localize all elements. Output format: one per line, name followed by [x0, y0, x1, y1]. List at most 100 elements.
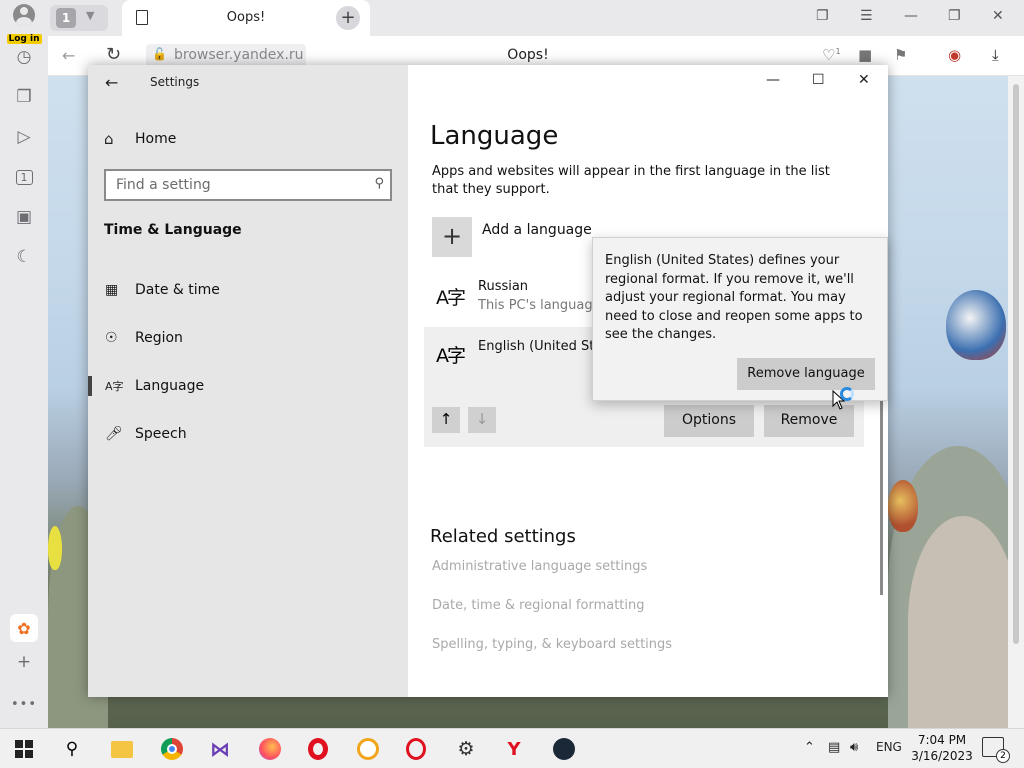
language-name: English (United Sta: [478, 339, 603, 354]
chevron-up-icon[interactable]: ⌃: [804, 740, 815, 755]
minimize-icon[interactable]: —: [904, 8, 918, 24]
steam-icon[interactable]: [550, 735, 578, 763]
tab-count-badge: 1: [56, 8, 76, 28]
scrollbar-thumb[interactable]: [1013, 84, 1019, 644]
back-arrow-icon[interactable]: ←: [105, 73, 118, 92]
yandex-browser-icon[interactable]: Y: [500, 735, 528, 763]
section-title: Time & Language: [104, 222, 242, 238]
bookmark-icon[interactable]: ⚑: [894, 46, 907, 64]
menu-icon[interactable]: ☰: [860, 8, 873, 24]
close-icon[interactable]: ✕: [858, 72, 870, 88]
minimize-icon[interactable]: —: [766, 72, 780, 88]
more-icon[interactable]: •••: [11, 692, 36, 716]
sidebar-item-label: Region: [135, 330, 183, 346]
opera-icon[interactable]: [304, 735, 332, 763]
settings-app-title: Settings: [150, 75, 200, 89]
notification-count-badge: 2: [996, 749, 1010, 763]
search-input[interactable]: Find a setting ⚲: [104, 169, 392, 201]
new-tab-button[interactable]: +: [336, 6, 360, 30]
tab-switcher[interactable]: 1 ▼: [50, 5, 108, 31]
sidebar-item-date-time[interactable]: ▦ Date & time: [88, 270, 408, 310]
hot-air-balloon: [946, 290, 1006, 360]
start-button[interactable]: [10, 735, 38, 763]
calendar-clock-icon: ▦: [105, 282, 119, 298]
sidebar-item-region[interactable]: ☉ Region: [88, 318, 408, 358]
admin-language-settings-link[interactable]: Administrative language settings: [432, 559, 647, 574]
settings-gear-icon[interactable]: ⚙: [452, 735, 480, 763]
spelling-typing-keyboard-link[interactable]: Spelling, typing, & keyboard settings: [432, 637, 672, 652]
language-subtitle: This PC's language: [478, 298, 601, 313]
tabs-count-icon[interactable]: 1: [12, 165, 36, 189]
move-down-arrow-icon[interactable]: ↓: [468, 407, 496, 433]
sidebar-item-label: Date & time: [135, 282, 220, 298]
related-settings-heading: Related settings: [430, 526, 576, 547]
clock-date: 3/16/2023: [911, 749, 973, 763]
add-panel-icon[interactable]: +: [12, 650, 36, 674]
options-button[interactable]: Options: [664, 405, 754, 437]
remove-language-flyout: English (United States) defines your reg…: [592, 237, 888, 401]
sidebar-item-label: Language: [135, 378, 205, 394]
home-icon: ⌂: [104, 130, 114, 148]
opera-gx-icon[interactable]: [402, 735, 430, 763]
sidebar-item-language[interactable]: A字 Language: [88, 366, 408, 406]
taskbar: ⚲ ⋈ ⚙ Y ⌃ ▤ 🔊︎ ENG 7:04 PM 3/16/2023 2: [0, 728, 1024, 768]
plus-icon: +: [432, 217, 472, 257]
history-icon[interactable]: ◷: [12, 45, 36, 69]
chevron-down-icon: ▼: [86, 9, 95, 22]
notifications-icon[interactable]: ♡1: [822, 46, 841, 64]
clock-time: 7:04 PM: [917, 733, 967, 747]
browser-sidebar: Log in ◷ ❐ ▷ 1 ▣ ☾ ✿ + •••: [0, 0, 48, 728]
close-window-icon[interactable]: ✕: [992, 8, 1004, 24]
avatar-icon: [13, 4, 35, 26]
login-label: Log in: [6, 34, 42, 44]
flyout-message: English (United States) defines your reg…: [605, 253, 863, 342]
search-icon[interactable]: ⚲: [58, 735, 86, 763]
globe-icon: ☉: [105, 330, 118, 346]
login-button[interactable]: Log in: [6, 4, 42, 45]
bookmarks-view-icon[interactable]: ❐: [816, 8, 829, 24]
sidebar-item-home[interactable]: ⌂ Home: [104, 129, 176, 149]
busy-spinner-icon: [840, 387, 854, 401]
microphone-icon: 🎤︎: [105, 426, 123, 442]
chrome-icon[interactable]: [158, 735, 186, 763]
action-center-icon[interactable]: 2: [982, 737, 1010, 763]
move-up-arrow-icon[interactable]: ↑: [432, 407, 460, 433]
add-language-button[interactable]: + Add a language: [432, 217, 592, 257]
screenshot-icon[interactable]: ▣: [12, 205, 36, 229]
hot-air-balloon: [48, 526, 62, 570]
collections-icon[interactable]: ❐: [12, 85, 36, 109]
language-name: Russian: [478, 279, 529, 294]
language-icon: A字: [105, 380, 124, 393]
page-heading: Language: [430, 121, 559, 151]
remove-language-button[interactable]: Remove language: [737, 358, 875, 390]
home-label: Home: [135, 131, 177, 147]
sidebar-item-label: Speech: [135, 426, 187, 442]
language-icon: A字: [436, 345, 466, 367]
browser-scrollbar[interactable]: [1008, 76, 1024, 728]
chat-icon[interactable]: ■: [858, 46, 872, 64]
maximize-icon[interactable]: ☐: [812, 72, 825, 88]
search-placeholder: Find a setting: [116, 177, 211, 193]
restore-icon[interactable]: ❐: [948, 8, 961, 24]
firefox-icon[interactable]: [256, 735, 284, 763]
network-icon[interactable]: ▤: [828, 740, 840, 755]
settings-sidebar: ← Settings ⌂ Home Find a setting ⚲ Time …: [88, 65, 408, 697]
visual-studio-icon[interactable]: ⋈: [206, 735, 234, 763]
ladybug-extension-icon[interactable]: ◉: [948, 46, 961, 64]
file-explorer-icon[interactable]: [108, 735, 136, 763]
input-language-indicator[interactable]: ENG: [876, 740, 902, 754]
hot-air-balloon: [888, 480, 918, 532]
system-clock[interactable]: 7:04 PM 3/16/2023: [906, 732, 978, 764]
play-icon[interactable]: ▷: [12, 125, 36, 149]
mail-icon[interactable]: ✿: [10, 614, 38, 642]
date-time-regional-link[interactable]: Date, time & regional formatting: [432, 598, 645, 613]
sidebar-item-speech[interactable]: 🎤︎ Speech: [88, 414, 408, 454]
tab-oops[interactable]: Oops! ✕: [122, 0, 370, 36]
add-language-label: Add a language: [482, 222, 592, 238]
volume-icon[interactable]: 🔊︎: [850, 740, 858, 755]
content-scrollbar[interactable]: [880, 395, 883, 595]
browser-icon[interactable]: [354, 735, 382, 763]
tab-title: Oops!: [226, 10, 266, 25]
moon-icon[interactable]: ☾: [12, 245, 36, 269]
download-icon[interactable]: ⤓: [992, 46, 999, 64]
